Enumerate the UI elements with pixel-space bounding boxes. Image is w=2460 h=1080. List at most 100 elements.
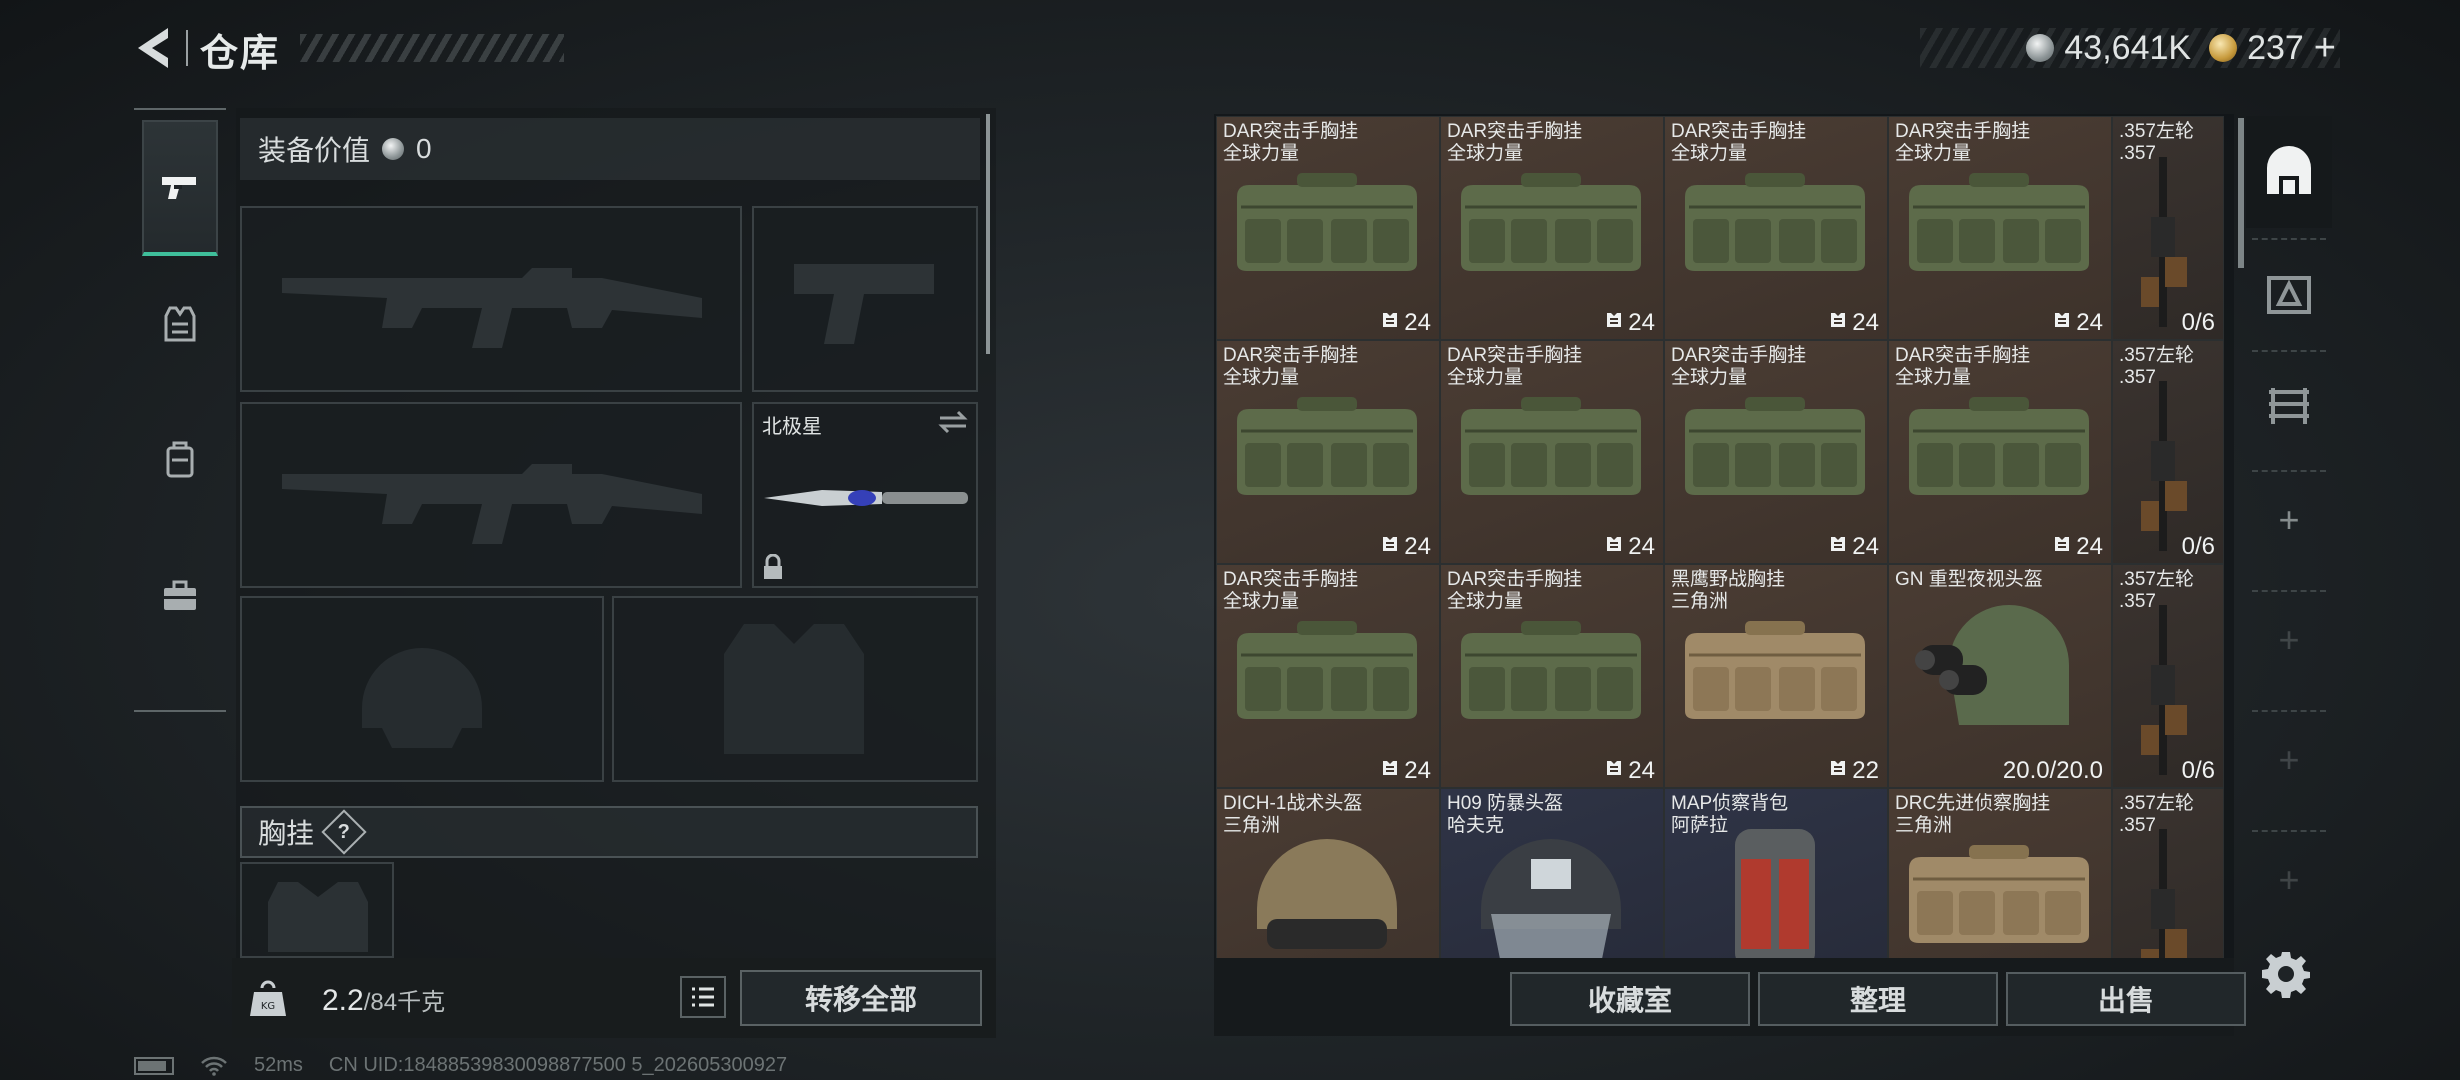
item-title: GN 重型夜视头盔 [1895,569,2043,590]
tab-storage-main[interactable] [2246,116,2332,228]
item-title: DAR突击手胸挂 [1895,121,2031,142]
primary-weapon-slot[interactable] [240,206,742,392]
item-title: H09 防暴头盔 [1447,793,1564,814]
item-subtitle: 全球力量 [1895,367,1972,388]
equipment-value-header: 装备价值 0 [240,118,980,180]
inventory-item[interactable]: DAR突击手胸挂 全球力量 24 [1888,340,2112,564]
chest-rig-slot[interactable] [240,862,394,958]
add-gold-button[interactable]: + [2314,27,2336,70]
inventory-item[interactable]: DAR突击手胸挂 全球力量 24 [1440,116,1664,340]
bag-green-icon [1909,397,2089,495]
item-name: DAR突击手胸挂 全球力量 [1447,345,1582,389]
tab-weapons[interactable] [142,120,218,256]
silver-coin-icon [382,138,405,160]
inventory-item[interactable]: DAR突击手胸挂 全球力量 24 [1888,116,2112,340]
locked-storage-tab[interactable]: + [2246,830,2332,930]
item-title: DAR突击手胸挂 [1223,121,1359,142]
swap-icon[interactable] [938,410,968,434]
item-name: DAR突击手胸挂 全球力量 [1223,121,1358,165]
item-subtitle: 阿萨拉 [1671,815,1729,836]
inventory-item[interactable]: 黑鹰野战胸挂 三角洲 22 [1664,564,1888,788]
secondary-weapon-slot[interactable] [752,206,978,392]
item-subtitle: 全球力量 [1671,143,1748,164]
item-name: .357左轮 .357 [2119,793,2194,837]
inventory-item[interactable]: DAR突击手胸挂 全球力量 24 [1216,340,1440,564]
item-count-value: 0/6 [2181,757,2215,784]
inventory-item[interactable]: DICH-1战术头盔 三角洲 [1216,788,1440,958]
item-title: DAR突击手胸挂 [1223,569,1359,590]
storage-scrollbar[interactable] [2238,118,2244,268]
item-count: 24 [1604,309,1655,337]
inventory-item[interactable]: DAR突击手胸挂 全球力量 24 [1440,340,1664,564]
inventory-item[interactable]: DAR突击手胸挂 全球力量 24 [1664,116,1888,340]
item-count: 24 [2052,309,2103,337]
add-storage-tab[interactable]: + [2246,470,2332,570]
inventory-item[interactable]: .357左轮 .357 0/6 [2112,564,2224,788]
helmet-silhouette-icon [362,648,482,748]
capacity-icon [2052,533,2072,561]
collection-room-button[interactable]: 收藏室 [1510,972,1750,1026]
inventory-item[interactable]: H09 防暴头盔 哈夫克 [1440,788,1664,958]
silver-coin-icon [2026,34,2055,62]
help-button[interactable]: ? [321,809,367,855]
item-title: 黑鹰野战胸挂 [1671,569,1786,590]
tab-case[interactable] [142,528,218,664]
gold-amount: 237 [2247,28,2304,67]
item-count: 0/6 [2182,309,2215,337]
inventory-item[interactable]: DAR突击手胸挂 全球力量 24 [1664,340,1888,564]
list-view-button[interactable] [680,976,726,1018]
secondary-rifle-slot[interactable] [240,402,742,588]
item-subtitle: 全球力量 [1447,367,1524,388]
capacity-icon [1604,757,1624,785]
capacity-icon [1380,309,1400,337]
item-subtitle: 全球力量 [1223,367,1300,388]
locked-storage-tab[interactable]: + [2246,590,2332,690]
chest-rig-label: 胸挂 [258,818,315,849]
inventory-item[interactable]: GN 重型夜视头盔 20.0/20.0 [1888,564,2112,788]
add-icon: + [2278,739,2300,780]
settings-gear-icon[interactable] [2262,950,2310,998]
transfer-all-button[interactable]: 转移全部 [740,970,982,1026]
tab-backpack[interactable] [142,392,218,528]
inventory-item[interactable]: .357左轮 .357 [2112,788,2224,958]
gold-currency[interactable]: 237 + [2209,27,2336,70]
inventory-item[interactable]: DAR突击手胸挂 全球力量 24 [1216,116,1440,340]
pistol-silhouette-icon [794,264,934,344]
item-name: 黑鹰野战胸挂 三角洲 [1671,569,1785,613]
equipment-scrollbar[interactable] [986,114,990,354]
back-button[interactable] [128,22,180,74]
item-count-value: 20.0/20.0 [2002,757,2103,784]
item-count-value: 24 [1628,309,1655,336]
capacity-icon [1604,533,1624,561]
melee-slot[interactable]: 北极星 [752,402,978,588]
rifle-icon [2141,381,2187,551]
weight-max: /84千克 [363,989,446,1016]
inventory-item[interactable]: DAR突击手胸挂 全球力量 24 [1440,564,1664,788]
sort-button[interactable]: 整理 [1758,972,1998,1026]
helmet-slot[interactable] [240,596,604,782]
tab-storage-3[interactable] [2246,350,2332,462]
locked-storage-tab[interactable]: + [2246,710,2332,810]
svg-text:KG: KG [261,1001,275,1012]
silver-amount: 43,641K [2064,28,2192,67]
item-subtitle: .357 [2119,815,2156,836]
tab-storage-2[interactable] [2246,238,2332,350]
helmet-riot-icon [1481,839,1621,958]
item-title: DRC先进侦察胸挂 [1895,793,2051,814]
inventory-item[interactable]: .357左轮 .357 0/6 [2112,340,2224,564]
ping: 52ms [254,1054,303,1076]
tab-armor[interactable] [142,256,218,392]
equipment-category-tabs [134,108,226,712]
inventory-item[interactable]: MAP侦察背包 阿萨拉 [1664,788,1888,958]
weight-readout: 2.2/84千克 [322,982,445,1018]
weight-current: 2.2 [322,984,364,1017]
warehouse-icon [2267,146,2311,194]
item-count-value: 24 [1404,757,1431,784]
item-title: DAR突击手胸挂 [1223,345,1359,366]
body-armor-slot[interactable] [612,596,978,782]
inventory-item[interactable]: DAR突击手胸挂 全球力量 24 [1216,564,1440,788]
sell-button[interactable]: 出售 [2006,972,2246,1026]
inventory-item[interactable]: .357左轮 .357 0/6 [2112,116,2224,340]
inventory-item[interactable]: DRC先进侦察胸挂 三角洲 [1888,788,2112,958]
item-count-value: 24 [2076,533,2103,560]
